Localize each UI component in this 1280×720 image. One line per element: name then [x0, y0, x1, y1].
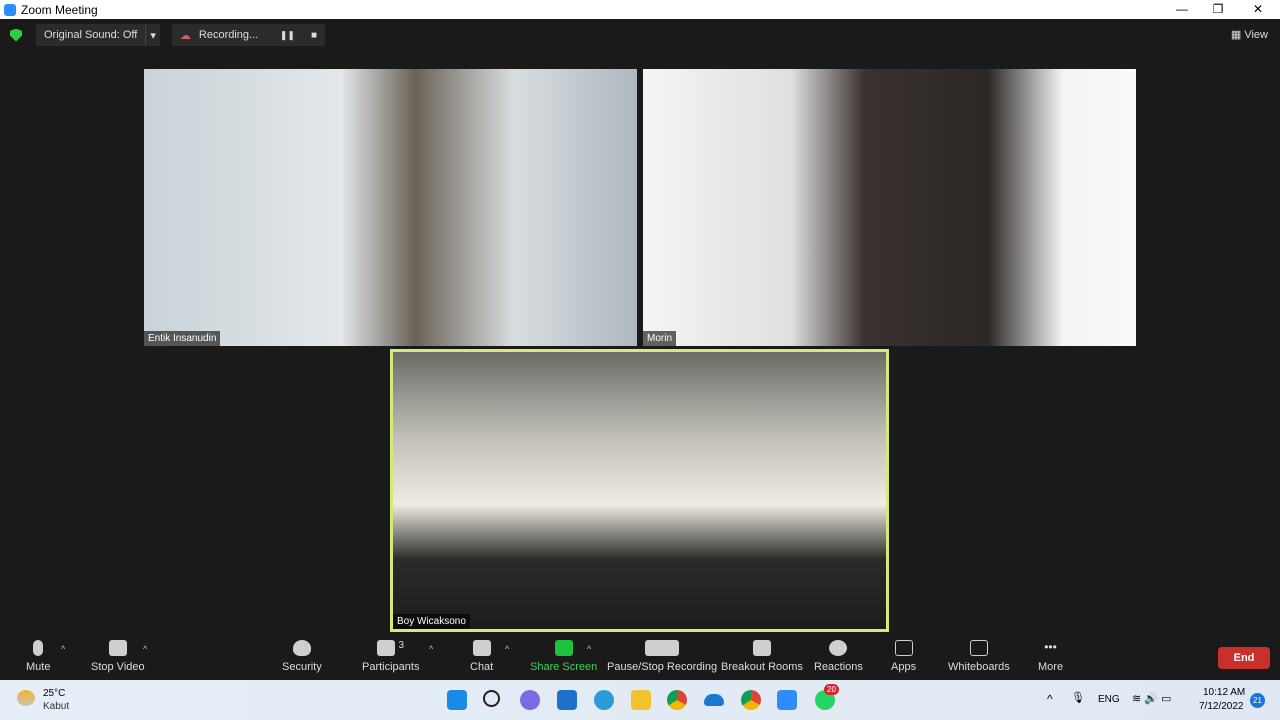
- participants-icon: [377, 640, 396, 656]
- security-shield-icon: [292, 640, 311, 656]
- pause-stop-recording-button[interactable]: Pause/Stop Recording: [607, 640, 717, 673]
- notification-badge[interactable]: 21: [1250, 693, 1265, 708]
- encryption-shield-icon[interactable]: [10, 28, 22, 42]
- apps-label: Apps: [891, 661, 917, 673]
- zoom-logo-icon: [4, 3, 16, 16]
- view-label: View: [1244, 29, 1268, 41]
- title-bar: Zoom Meeting — ❐ ✕: [0, 0, 1280, 19]
- close-button[interactable]: ✕: [1240, 0, 1276, 19]
- apps-button[interactable]: Apps: [891, 640, 916, 673]
- breakout-rooms-button[interactable]: Breakout Rooms: [721, 640, 803, 673]
- windows-start-icon[interactable]: [447, 690, 467, 710]
- meeting-toolbar: Mute ^ Stop Video ^ Security 3 Participan…: [0, 636, 1280, 680]
- reactions-label: Reactions: [814, 661, 863, 673]
- share-caret[interactable]: ^: [587, 644, 591, 654]
- whiteboards-button[interactable]: Whiteboards: [948, 640, 1010, 673]
- weather-icon: [17, 690, 35, 706]
- recording-indicator: ☁ Recording...: [171, 24, 272, 46]
- onedrive-icon[interactable]: [704, 694, 724, 706]
- chat-bubble-icon: [472, 640, 491, 656]
- chat-button[interactable]: Chat: [470, 640, 493, 673]
- chrome-icon[interactable]: [667, 690, 687, 710]
- clock-date[interactable]: 7/12/2022: [1199, 701, 1244, 712]
- cloud-record-icon: ☁: [179, 29, 191, 42]
- participant-name: Entik Insanudin: [144, 331, 221, 346]
- more-button[interactable]: ••• More: [1038, 640, 1063, 673]
- search-icon[interactable]: [483, 690, 500, 707]
- whatsapp-badge: 20: [824, 684, 839, 695]
- edge-icon[interactable]: [594, 690, 614, 710]
- original-sound-button[interactable]: Original Sound: Off: [36, 24, 146, 46]
- video-tile-active-speaker[interactable]: Boy Wicaksono: [390, 349, 889, 632]
- recording-label: Recording...: [198, 29, 259, 41]
- ellipsis-icon: •••: [1044, 640, 1057, 654]
- share-arrow-icon: [554, 640, 573, 656]
- whiteboards-label: Whiteboards: [948, 661, 1010, 673]
- temperature[interactable]: 25°C: [43, 688, 65, 699]
- participants-caret[interactable]: ^: [429, 644, 433, 654]
- chevron-down-icon[interactable]: ▾: [145, 24, 160, 46]
- chevron-up-icon[interactable]: ^: [1047, 692, 1053, 706]
- microphone-tray-icon[interactable]: 🎙: [1071, 691, 1085, 704]
- teams-chat-icon[interactable]: [520, 690, 540, 710]
- audio-options-caret[interactable]: ^: [61, 644, 65, 654]
- smiley-icon: [829, 640, 848, 656]
- stop-video-button[interactable]: Stop Video: [91, 640, 145, 673]
- participants-count: 3: [398, 640, 405, 651]
- mute-button[interactable]: Mute: [26, 640, 50, 673]
- windows-taskbar: 25°C Kabut 20 ^ 🎙 ENG ≋ 🔊 ▭ 10:12 AM 7/1…: [0, 680, 1280, 720]
- whiteboard-icon: [969, 640, 988, 656]
- view-button[interactable]: ▦ View: [1231, 28, 1268, 41]
- pause-stop-recording-label: Pause/Stop Recording: [607, 661, 718, 673]
- pause-recording-button[interactable]: ❚❚: [271, 24, 303, 46]
- video-tile[interactable]: Entik Insanudin: [144, 69, 637, 346]
- chrome-profile-icon[interactable]: [741, 690, 761, 710]
- clock-time[interactable]: 10:12 AM: [1203, 687, 1245, 698]
- apps-icon: [894, 640, 913, 656]
- chat-label: Chat: [470, 661, 494, 673]
- meeting-top-bar: Original Sound: Off ▾ ☁ Recording... ❚❚ ■: [0, 19, 1280, 51]
- security-label: Security: [282, 661, 322, 673]
- reactions-button[interactable]: Reactions: [814, 640, 863, 673]
- stop-recording-button[interactable]: ■: [302, 24, 326, 46]
- security-button[interactable]: Security: [282, 640, 322, 673]
- pause-stop-icon: [645, 640, 680, 656]
- restore-button[interactable]: ❐: [1200, 0, 1236, 19]
- stop-video-label: Stop Video: [91, 661, 145, 673]
- participants-button[interactable]: 3 Participants: [362, 640, 419, 673]
- wifi-volume-battery-icons[interactable]: ≋ 🔊 ▭: [1132, 692, 1171, 705]
- mail-icon[interactable]: [557, 690, 577, 710]
- chat-caret[interactable]: ^: [505, 644, 509, 654]
- breakout-grid-icon: [752, 640, 771, 656]
- video-tile[interactable]: Morin: [643, 69, 1136, 346]
- microphone-icon: [33, 640, 44, 656]
- participant-name: Morin: [643, 331, 677, 346]
- grid-icon: ▦: [1230, 29, 1245, 41]
- share-screen-label: Share Screen: [530, 661, 598, 673]
- video-options-caret[interactable]: ^: [143, 644, 147, 654]
- zoom-taskbar-icon[interactable]: [777, 690, 797, 710]
- minimize-button[interactable]: —: [1164, 0, 1200, 19]
- weather-condition[interactable]: Kabut: [43, 701, 69, 712]
- language-indicator[interactable]: ENG: [1098, 694, 1120, 705]
- end-meeting-button[interactable]: End: [1218, 647, 1270, 669]
- more-label: More: [1038, 661, 1064, 673]
- participants-label: Participants: [362, 661, 420, 673]
- mute-label: Mute: [26, 661, 51, 673]
- breakout-rooms-label: Breakout Rooms: [721, 661, 803, 673]
- window-title: Zoom Meeting: [21, 2, 98, 17]
- file-explorer-icon[interactable]: [631, 690, 651, 710]
- participant-name: Boy Wicaksono: [393, 614, 470, 629]
- video-camera-icon: [108, 640, 127, 656]
